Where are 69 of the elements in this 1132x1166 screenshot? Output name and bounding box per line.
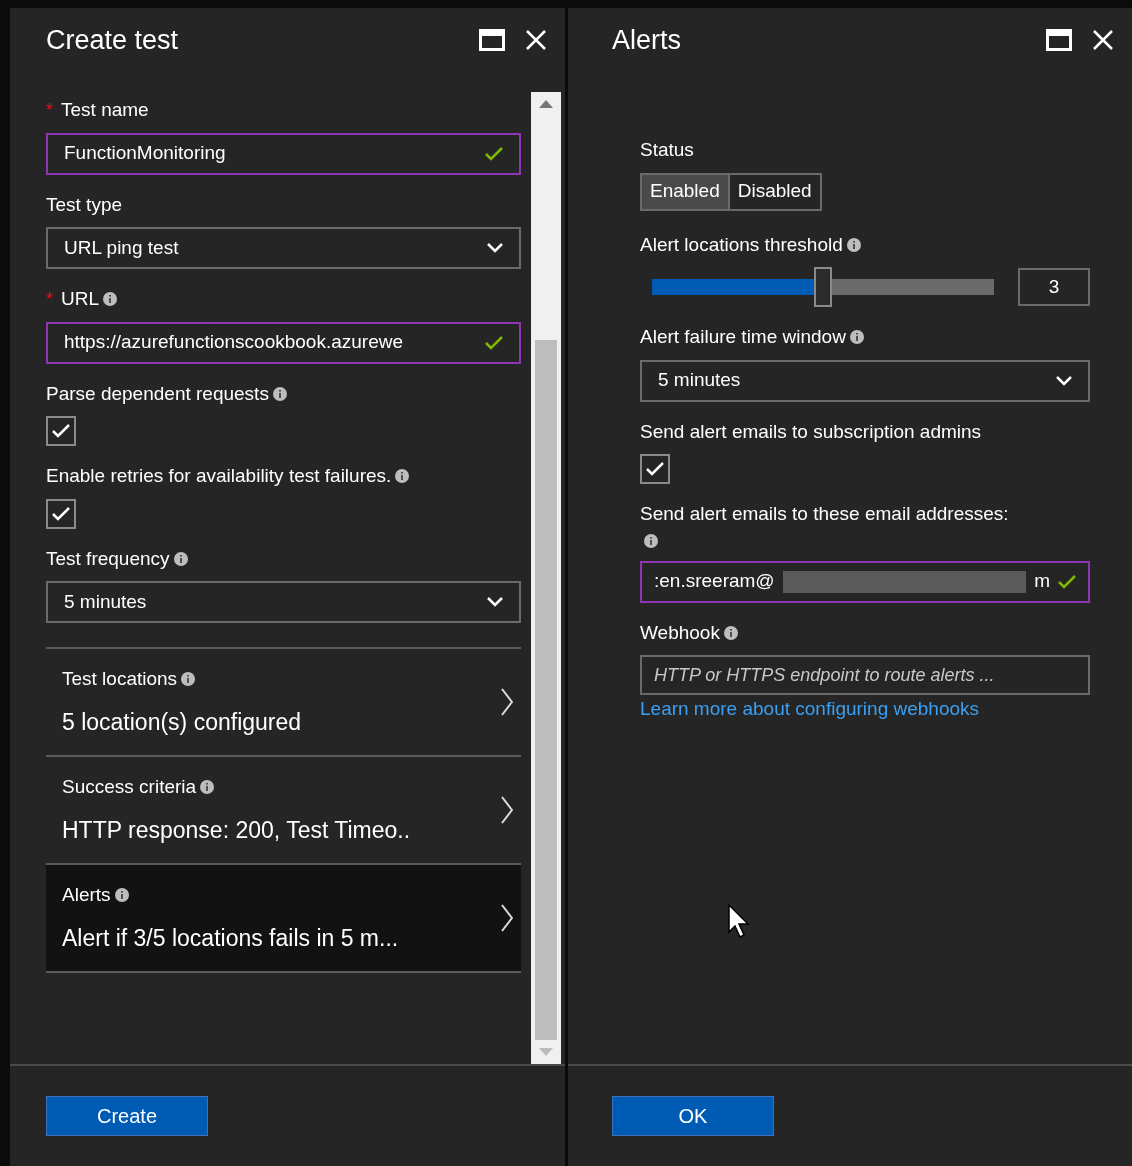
field-label: Send alert emails to these email addresses: [640, 502, 1010, 526]
info-icon [114, 887, 129, 902]
checkmark-icon [646, 462, 664, 476]
chevron-right-icon [501, 904, 513, 932]
field-label: Status [640, 138, 694, 162]
dropdown-value: 5 minutes [658, 368, 742, 393]
close-icon[interactable] [1092, 29, 1114, 51]
dropdown-value: URL ping test [64, 235, 180, 260]
threshold-input[interactable]: 3 [1018, 268, 1090, 306]
chevron-right-icon [501, 796, 513, 824]
checkmark-icon [52, 424, 70, 438]
nav-item[interactable]: Alerts Alert if 3/5 locations fails in 5 m... [46, 865, 521, 973]
field-label: Webhook [640, 620, 720, 645]
nav-item-summary: 5 location(s) configured [62, 709, 302, 735]
chevron-right-icon [501, 688, 513, 716]
checkbox[interactable] [640, 454, 670, 484]
maximize-icon[interactable] [479, 29, 505, 51]
ok-button[interactable]: OK [612, 1096, 774, 1136]
field-label: Send alert emails to subscription admins [640, 419, 982, 444]
field-label: Test type [46, 192, 123, 217]
segment-tab[interactable]: Enabled [640, 172, 730, 211]
mouse-cursor-icon [728, 904, 750, 938]
required-mark: * [46, 287, 53, 311]
webhook-input[interactable]: HTTP or HTTPS endpoint to route alerts ... [640, 655, 1090, 695]
panel-title: Create test [46, 23, 179, 57]
text-input[interactable]: https://azurefunctionscookbook.azurewe [46, 321, 521, 364]
input-value: m [1034, 569, 1050, 594]
required-mark: * [46, 98, 53, 122]
segment-tab[interactable]: Disabled [729, 172, 822, 211]
close-icon[interactable] [525, 29, 547, 51]
chevron-down-icon [1056, 375, 1072, 386]
input-value: https://azurefunctionscookbook.azurewe [64, 330, 405, 355]
panel-title: Alerts [612, 23, 682, 57]
scroll-up-icon[interactable] [539, 100, 553, 108]
info-icon [200, 779, 215, 794]
email-input[interactable]: :en.sreeram@ m [640, 560, 1090, 603]
slider-thumb[interactable] [814, 267, 832, 307]
field-label: Enable retries for availability test failures. [46, 464, 392, 488]
field-label: Alert locations threshold [640, 232, 843, 257]
input-value: :en.sreeram@ [654, 569, 775, 594]
nav-item-summary: HTTP response: 200, Test Timeo.. [62, 817, 411, 843]
dropdown[interactable]: URL ping test [46, 227, 521, 269]
field-label: Test name [61, 98, 149, 122]
dropdown[interactable]: 5 minutes [640, 359, 1090, 402]
nav-item[interactable]: Test locations 5 location(s) configured [46, 649, 521, 757]
scrollbar-thumb[interactable] [535, 340, 557, 1040]
nav-item-summary: Alert if 3/5 locations fails in 5 m... [62, 925, 399, 951]
field-label: Alert failure time window [640, 325, 846, 349]
scrollbar[interactable] [531, 92, 561, 1064]
webhooks-link[interactable]: Learn more about configuring webhooks [640, 695, 1090, 724]
input-value: FunctionMonitoring [64, 141, 227, 166]
chevron-down-icon [487, 597, 503, 607]
maximize-icon[interactable] [1046, 29, 1072, 51]
checkbox[interactable] [46, 498, 76, 529]
nav-item-label: Test locations [62, 666, 178, 691]
nav-item-label: Success criteria [62, 774, 197, 799]
checkmark-icon [52, 506, 70, 521]
create-button[interactable]: Create [46, 1096, 208, 1136]
nav-item-label: Alerts [62, 882, 111, 907]
checkbox[interactable] [46, 416, 76, 446]
info-icon [181, 671, 196, 686]
field-label: URL [61, 287, 100, 311]
text-input[interactable]: FunctionMonitoring [46, 132, 521, 175]
dropdown[interactable]: 5 minutes [46, 581, 521, 623]
field-label: Test frequency [46, 546, 170, 571]
chevron-down-icon [487, 243, 503, 253]
slider[interactable] [652, 267, 994, 307]
dropdown-value: 5 minutes [64, 589, 148, 614]
field-label: Parse dependent requests [46, 381, 269, 406]
